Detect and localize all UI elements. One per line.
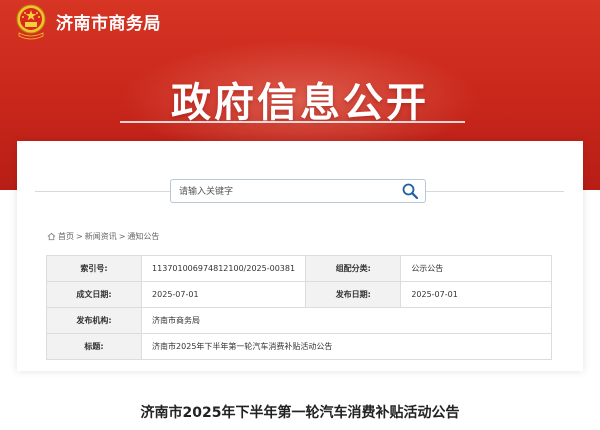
title-value: 济南市2025年下半年第一轮汽车消费补贴活动公告 bbox=[141, 333, 552, 360]
table-row: 成文日期: 2025-07-01 发布日期: 2025-07-01 bbox=[45, 281, 552, 308]
search-input[interactable] bbox=[177, 183, 381, 201]
publish-date-value: 2025-07-01 bbox=[400, 281, 552, 308]
category-label: 组配分类: bbox=[305, 255, 402, 282]
index-no-value: 11370100697481210​0/2025-00381 bbox=[141, 255, 307, 282]
document-title: 济南市2025年下半年第一轮汽车消费补贴活动公告 bbox=[140, 405, 460, 421]
home-icon bbox=[47, 232, 56, 241]
banner-title: 政府信息公开 bbox=[171, 80, 429, 126]
publish-date-label: 发布日期: bbox=[305, 281, 402, 308]
breadcrumb-separator: > bbox=[118, 232, 126, 241]
breadcrumb-news[interactable]: 新闻资讯 bbox=[85, 231, 117, 242]
date-label: 成文日期: bbox=[45, 281, 143, 308]
search-bar bbox=[170, 179, 426, 203]
search-box bbox=[170, 179, 426, 203]
breadcrumb-notice[interactable]: 通知公告 bbox=[127, 231, 159, 242]
table-row: 发布机构: 济南市商务局 bbox=[45, 307, 552, 334]
agency-value: 济南市商务局 bbox=[141, 307, 552, 334]
table-row: 索引号: 11370100697481210​0/2025-00381 组配分类… bbox=[45, 255, 552, 282]
content-card: 首页 > 新闻资讯 > 通知公告 索引号: 11370100697481210​… bbox=[17, 141, 583, 371]
table-row: 标题: 济南市2025年下半年第一轮汽车消费补贴活动公告 bbox=[45, 333, 552, 360]
site-name[interactable]: 济南市商务局 bbox=[56, 9, 161, 34]
banner-divider bbox=[120, 121, 465, 123]
breadcrumb-separator: > bbox=[76, 232, 83, 241]
search-icon[interactable] bbox=[401, 182, 419, 200]
document-info-table: 索引号: 11370100697481210​0/2025-00381 组配分类… bbox=[45, 255, 552, 360]
index-no-label: 索引号: bbox=[45, 255, 143, 282]
search-left-rule bbox=[35, 191, 170, 192]
title-label: 标题: bbox=[45, 333, 143, 360]
breadcrumb-home[interactable]: 首页 bbox=[58, 231, 74, 242]
breadcrumb: 首页 > 新闻资讯 > 通知公告 bbox=[47, 231, 159, 242]
agency-label: 发布机构: bbox=[45, 307, 143, 334]
national-emblem-icon bbox=[16, 4, 46, 40]
search-right-rule bbox=[424, 191, 564, 192]
date-value: 2025-07-01 bbox=[141, 281, 307, 308]
category-value: 公示公告 bbox=[400, 255, 552, 282]
